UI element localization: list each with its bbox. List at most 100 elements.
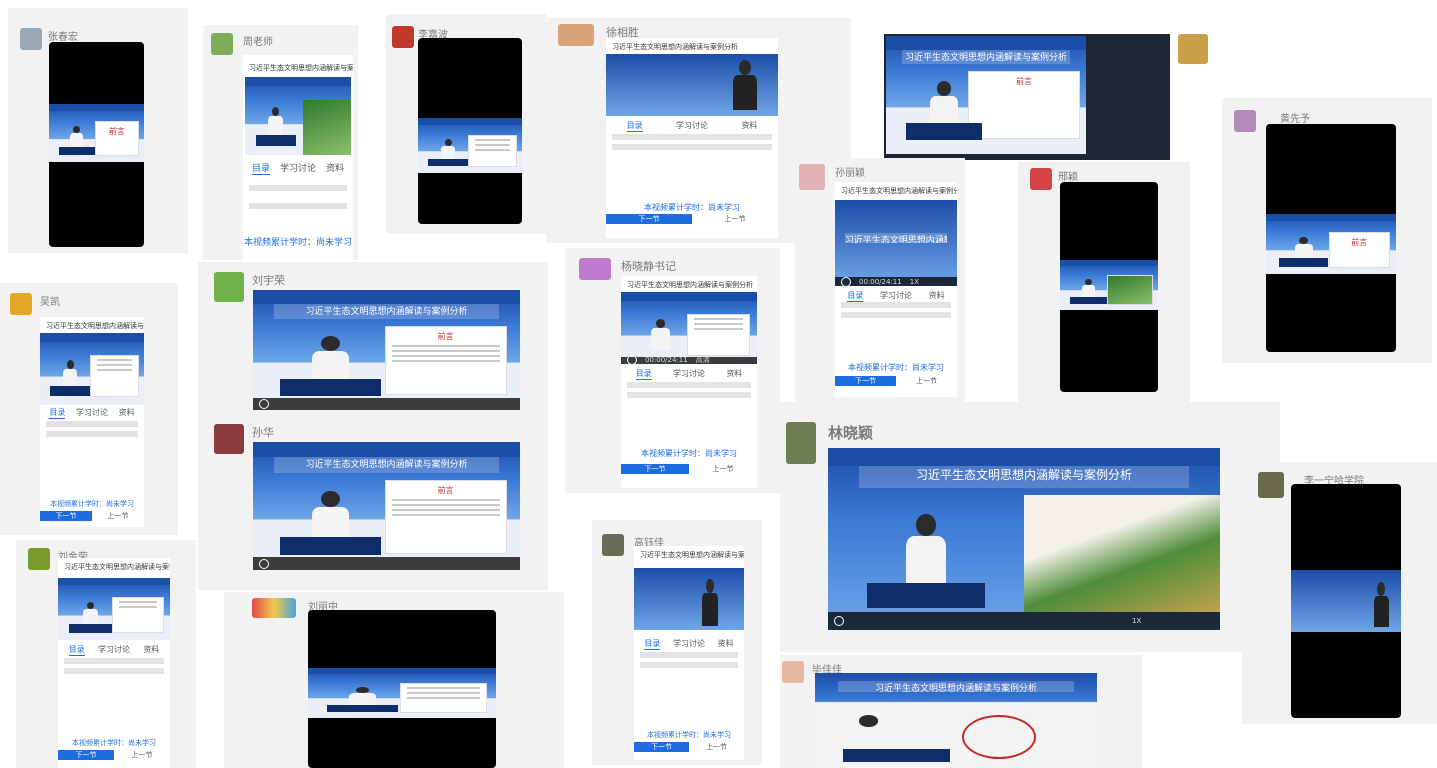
prev-button[interactable]: 上一节 bbox=[114, 750, 170, 760]
course-video[interactable] bbox=[418, 118, 522, 173]
avatar bbox=[1258, 472, 1284, 498]
tab-discussion[interactable]: 学习讨论 bbox=[880, 290, 912, 302]
course-video[interactable] bbox=[634, 568, 744, 630]
next-button[interactable]: 下一节 bbox=[40, 511, 92, 521]
next-button[interactable]: 下一节 bbox=[634, 742, 689, 752]
prev-button[interactable]: 上一节 bbox=[896, 376, 957, 386]
participant-tile: 刘金荣 习近平生态文明思想内涵解读与案例分析 目录 学习讨论 资料 本视频累计学… bbox=[16, 540, 196, 768]
time-display: 00:00/24:11 bbox=[645, 356, 688, 364]
participant-tile: 高钰佳 习近平生态文明思想内涵解读与案例分析 目录 学习讨论 资料 本视频累计学… bbox=[592, 520, 762, 765]
speed-button[interactable]: 1X bbox=[1132, 617, 1141, 625]
study-hours-link[interactable]: 本视频累计学时：尚未学习 bbox=[58, 738, 170, 748]
course-video[interactable]: 习近平生态文明思想内涵解读与案例分析 前言 bbox=[253, 442, 520, 570]
prev-button[interactable]: 上一节 bbox=[692, 214, 778, 224]
next-button[interactable]: 下一节 bbox=[835, 376, 896, 386]
participant-tile: 张春宏 前言 bbox=[8, 8, 188, 253]
course-video[interactable] bbox=[606, 54, 778, 116]
course-video[interactable]: 前言 bbox=[49, 104, 144, 162]
participant-name: 孙华 bbox=[252, 426, 274, 439]
tab-materials[interactable]: 资料 bbox=[726, 368, 742, 380]
study-hours-link[interactable]: 本视频累计学时：尚未学习 bbox=[606, 202, 778, 213]
tab-materials[interactable]: 资料 bbox=[718, 638, 734, 650]
participant-tile: 刘宇荣 习近平生态文明思想内涵解读与案例分析 前言 bbox=[198, 262, 548, 420]
video-title: 习近平生态文明思想内涵解读与案例分析 bbox=[274, 304, 499, 319]
course-video[interactable] bbox=[1291, 570, 1401, 632]
next-button[interactable]: 下一节 bbox=[606, 214, 692, 224]
avatar bbox=[1234, 110, 1256, 132]
slide-heading: 前言 bbox=[108, 127, 125, 137]
prev-button[interactable]: 上一节 bbox=[92, 511, 144, 521]
avatar bbox=[20, 28, 42, 50]
slide-heading: 前言 bbox=[437, 486, 454, 496]
participant-tile: 林晓颖 习近平生态文明思想内涵解读与案例分析 1X bbox=[780, 402, 1280, 652]
participant-tile: 刘丽中 bbox=[224, 592, 564, 768]
course-video[interactable]: 前言 bbox=[1266, 214, 1396, 274]
screen-share[interactable] bbox=[308, 610, 496, 768]
course-video[interactable] bbox=[1060, 260, 1158, 310]
tab-contents[interactable]: 目录 bbox=[251, 161, 270, 175]
slide-heading: 前言 bbox=[1351, 238, 1368, 247]
participant-name: 黄先予 bbox=[1280, 114, 1310, 125]
avatar bbox=[1178, 34, 1208, 64]
prev-button[interactable]: 上一节 bbox=[689, 464, 757, 474]
course-video[interactable]: 00:00/24:11 高清 bbox=[621, 292, 757, 364]
study-hours-link[interactable]: 本视频累计学时：尚未学习 bbox=[634, 730, 744, 740]
course-video[interactable]: 习近平生态文明思想内涵解读与案例分析 前言 bbox=[253, 290, 520, 410]
participant-tile: 吴凯 习近平生态文明思想内涵解读与案例分析 目录 学习讨论 资料 本视频累计学时… bbox=[0, 283, 178, 535]
tab-materials[interactable]: 资料 bbox=[929, 290, 945, 302]
screen-share[interactable] bbox=[1060, 182, 1158, 392]
screen-share[interactable] bbox=[418, 38, 522, 224]
tab-materials[interactable]: 资料 bbox=[143, 644, 159, 656]
course-video[interactable]: 习近平生态文明思想内涵解读与案例分析 bbox=[815, 673, 1097, 768]
page-title: 习近平生态文明思想内涵解读与案例分析 bbox=[249, 64, 353, 72]
tab-discussion[interactable]: 学习讨论 bbox=[676, 120, 708, 132]
course-video[interactable] bbox=[58, 578, 170, 640]
slide-heading: 前言 bbox=[437, 332, 454, 341]
course-video[interactable]: 习近平生态文明思想内涵解读与案例分析 前言 bbox=[886, 36, 1086, 154]
participant-name: 刘宇荣 bbox=[252, 274, 285, 287]
avatar bbox=[1030, 168, 1052, 190]
participant-tile: 毕佳佳 习近平生态文明思想内涵解读与案例分析 bbox=[780, 655, 1142, 768]
video-title: 习近平生态文明思想内涵解读与案例分析 bbox=[274, 457, 499, 473]
tab-materials[interactable]: 资料 bbox=[741, 120, 757, 132]
study-hours-link[interactable]: 本视频累计学时：尚未学习 bbox=[621, 448, 757, 459]
tab-contents[interactable]: 目录 bbox=[626, 120, 643, 132]
course-video[interactable]: 习近平生态文明思想内涵解读与案例分析 00:00/24:11 1X bbox=[835, 200, 957, 286]
participant-tile: 李嘉波 bbox=[386, 14, 546, 234]
page-title: 习近平生态文明思想内涵解读与案例分析 bbox=[612, 43, 738, 51]
tab-discussion[interactable]: 学习讨论 bbox=[673, 368, 705, 380]
video-title: 习近平生态文明思想内涵解读与案例分析 bbox=[902, 50, 1070, 65]
study-hours-link[interactable]: 本视频累计学时：尚未学习 bbox=[243, 235, 353, 248]
avatar bbox=[392, 26, 414, 48]
participant-tile: 杨晓静书记 习近平生态文明思想内涵解读与案例分析 00:00/24:11 高清 目… bbox=[565, 248, 780, 493]
avatar bbox=[602, 534, 624, 556]
course-video[interactable] bbox=[40, 333, 144, 405]
course-video[interactable] bbox=[308, 668, 496, 718]
tab-discussion[interactable]: 学习讨论 bbox=[76, 407, 108, 419]
tab-materials[interactable]: 资料 bbox=[119, 407, 135, 419]
tab-discussion[interactable]: 学习讨论 bbox=[673, 638, 705, 650]
tab-discussion[interactable]: 学习讨论 bbox=[280, 161, 316, 175]
study-hours-link[interactable]: 本视频累计学时：尚未学习 bbox=[835, 362, 957, 373]
screen-share[interactable]: 前言 bbox=[49, 42, 144, 247]
tab-contents[interactable]: 目录 bbox=[49, 407, 66, 419]
tab-contents[interactable]: 目录 bbox=[68, 644, 85, 656]
screen-share[interactable] bbox=[1291, 484, 1401, 718]
speed-button[interactable]: 1X bbox=[910, 278, 919, 286]
page-title: 习近平生态文明思想内涵解读与案例分析 bbox=[640, 551, 744, 559]
screen-share[interactable]: 前言 bbox=[1266, 124, 1396, 352]
tab-contents[interactable]: 目录 bbox=[644, 638, 661, 650]
study-hours-link[interactable]: 本视频累计学时：尚未学习 bbox=[40, 499, 144, 509]
tab-contents[interactable]: 目录 bbox=[847, 290, 864, 302]
course-video[interactable]: 习近平生态文明思想内涵解读与案例分析 1X bbox=[828, 448, 1220, 630]
quality-button[interactable]: 高清 bbox=[696, 355, 710, 364]
tab-materials[interactable]: 资料 bbox=[326, 161, 344, 175]
tab-discussion[interactable]: 学习讨论 bbox=[98, 644, 130, 656]
next-button[interactable]: 下一节 bbox=[621, 464, 689, 474]
participant-name: 周老师 bbox=[243, 37, 273, 48]
page-title: 习近平生态文明思想内涵解读与案例分析 bbox=[46, 322, 144, 330]
course-video[interactable] bbox=[245, 77, 351, 155]
prev-button[interactable]: 上一节 bbox=[689, 742, 744, 752]
tab-contents[interactable]: 目录 bbox=[635, 368, 652, 380]
next-button[interactable]: 下一节 bbox=[58, 750, 114, 760]
